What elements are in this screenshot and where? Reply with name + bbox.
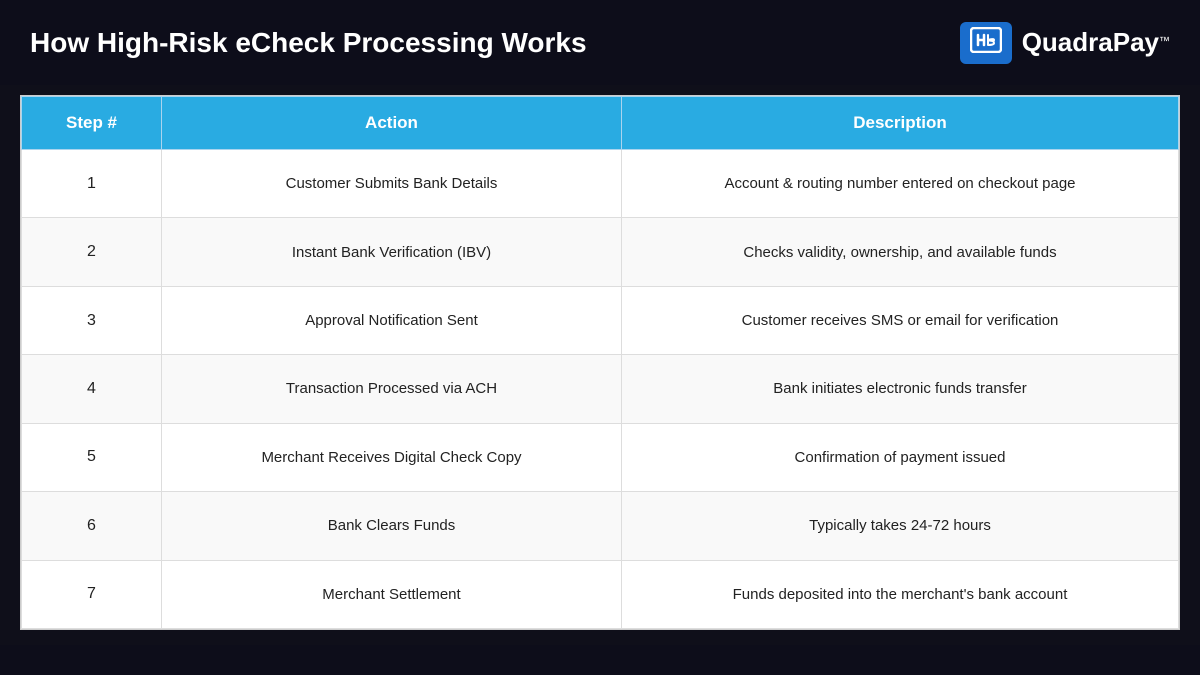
cell-description: Confirmation of payment issued (622, 423, 1179, 491)
main-table: Step # Action Description 1Customer Subm… (21, 96, 1179, 629)
col-action-header: Action (162, 97, 622, 150)
cell-action: Approval Notification Sent (162, 286, 622, 354)
cell-action: Merchant Receives Digital Check Copy (162, 423, 622, 491)
cell-description: Account & routing number entered on chec… (622, 150, 1179, 218)
cell-step: 2 (22, 218, 162, 286)
header: How High-Risk eCheck Processing Works Qu… (0, 0, 1200, 85)
table-row: 3Approval Notification SentCustomer rece… (22, 286, 1179, 354)
cell-description: Checks validity, ownership, and availabl… (622, 218, 1179, 286)
page-container: How High-Risk eCheck Processing Works Qu… (0, 0, 1200, 675)
table-row: 5Merchant Receives Digital Check CopyCon… (22, 423, 1179, 491)
table-container: Step # Action Description 1Customer Subm… (20, 95, 1180, 630)
cell-description: Customer receives SMS or email for verif… (622, 286, 1179, 354)
cell-action: Bank Clears Funds (162, 492, 622, 560)
cell-step: 5 (22, 423, 162, 491)
table-header-row: Step # Action Description (22, 97, 1179, 150)
col-description-header: Description (622, 97, 1179, 150)
cell-action: Instant Bank Verification (IBV) (162, 218, 622, 286)
cell-step: 7 (22, 560, 162, 628)
table-row: 2Instant Bank Verification (IBV)Checks v… (22, 218, 1179, 286)
col-step-header: Step # (22, 97, 162, 150)
cell-action: Transaction Processed via ACH (162, 355, 622, 423)
brand-name: QuadraPay™ (1022, 27, 1170, 58)
cell-step: 1 (22, 150, 162, 218)
table-row: 4Transaction Processed via ACHBank initi… (22, 355, 1179, 423)
table-row: 1Customer Submits Bank DetailsAccount & … (22, 150, 1179, 218)
cell-description: Bank initiates electronic funds transfer (622, 355, 1179, 423)
page-title: How High-Risk eCheck Processing Works (30, 27, 587, 59)
table-row: 6Bank Clears FundsTypically takes 24-72 … (22, 492, 1179, 560)
table-row: 7Merchant SettlementFunds deposited into… (22, 560, 1179, 628)
logo-symbol (970, 27, 1002, 59)
table-body: 1Customer Submits Bank DetailsAccount & … (22, 150, 1179, 629)
cell-step: 3 (22, 286, 162, 354)
cell-action: Customer Submits Bank Details (162, 150, 622, 218)
logo-icon (960, 22, 1012, 64)
cell-description: Funds deposited into the merchant's bank… (622, 560, 1179, 628)
footer-bar (0, 645, 1200, 675)
logo-area: QuadraPay™ (960, 22, 1170, 64)
cell-description: Typically takes 24-72 hours (622, 492, 1179, 560)
cell-step: 6 (22, 492, 162, 560)
cell-step: 4 (22, 355, 162, 423)
cell-action: Merchant Settlement (162, 560, 622, 628)
